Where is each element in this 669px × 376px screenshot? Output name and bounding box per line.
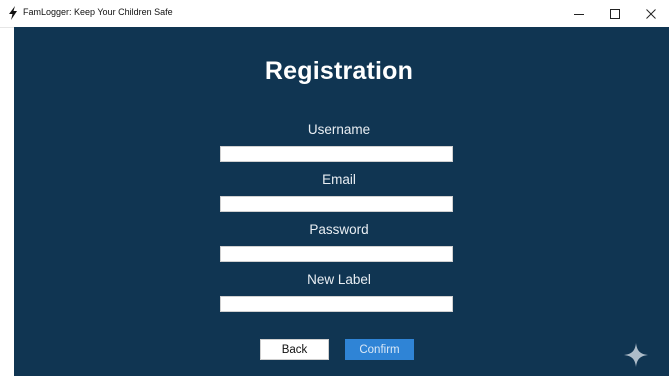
email-label: Email bbox=[322, 172, 356, 187]
email-input[interactable] bbox=[220, 196, 453, 212]
minimize-icon bbox=[574, 9, 584, 19]
new-label-label: New Label bbox=[307, 272, 371, 287]
feather-icon bbox=[7, 6, 19, 20]
window-title: FamLogger: Keep Your Children Safe bbox=[23, 7, 173, 17]
username-label: Username bbox=[307, 122, 371, 137]
password-input[interactable] bbox=[220, 246, 453, 262]
maximize-button[interactable] bbox=[597, 0, 633, 27]
confirm-button[interactable]: Confirm bbox=[345, 339, 414, 360]
close-button[interactable] bbox=[633, 0, 669, 27]
close-icon bbox=[646, 8, 656, 19]
registration-panel: Registration Username Email Password New… bbox=[14, 27, 669, 376]
new-label-input[interactable] bbox=[220, 296, 453, 312]
back-button[interactable]: Back bbox=[260, 339, 329, 360]
maximize-icon bbox=[610, 8, 620, 19]
title-bar[interactable]: FamLogger: Keep Your Children Safe bbox=[0, 0, 669, 28]
app-window: FamLogger: Keep Your Children Safe Regis… bbox=[0, 0, 669, 376]
minimize-button[interactable] bbox=[561, 0, 597, 27]
page-title: Registration bbox=[264, 57, 414, 85]
sparkle-icon bbox=[624, 343, 648, 367]
password-label: Password bbox=[309, 222, 369, 237]
username-input[interactable] bbox=[220, 146, 453, 162]
